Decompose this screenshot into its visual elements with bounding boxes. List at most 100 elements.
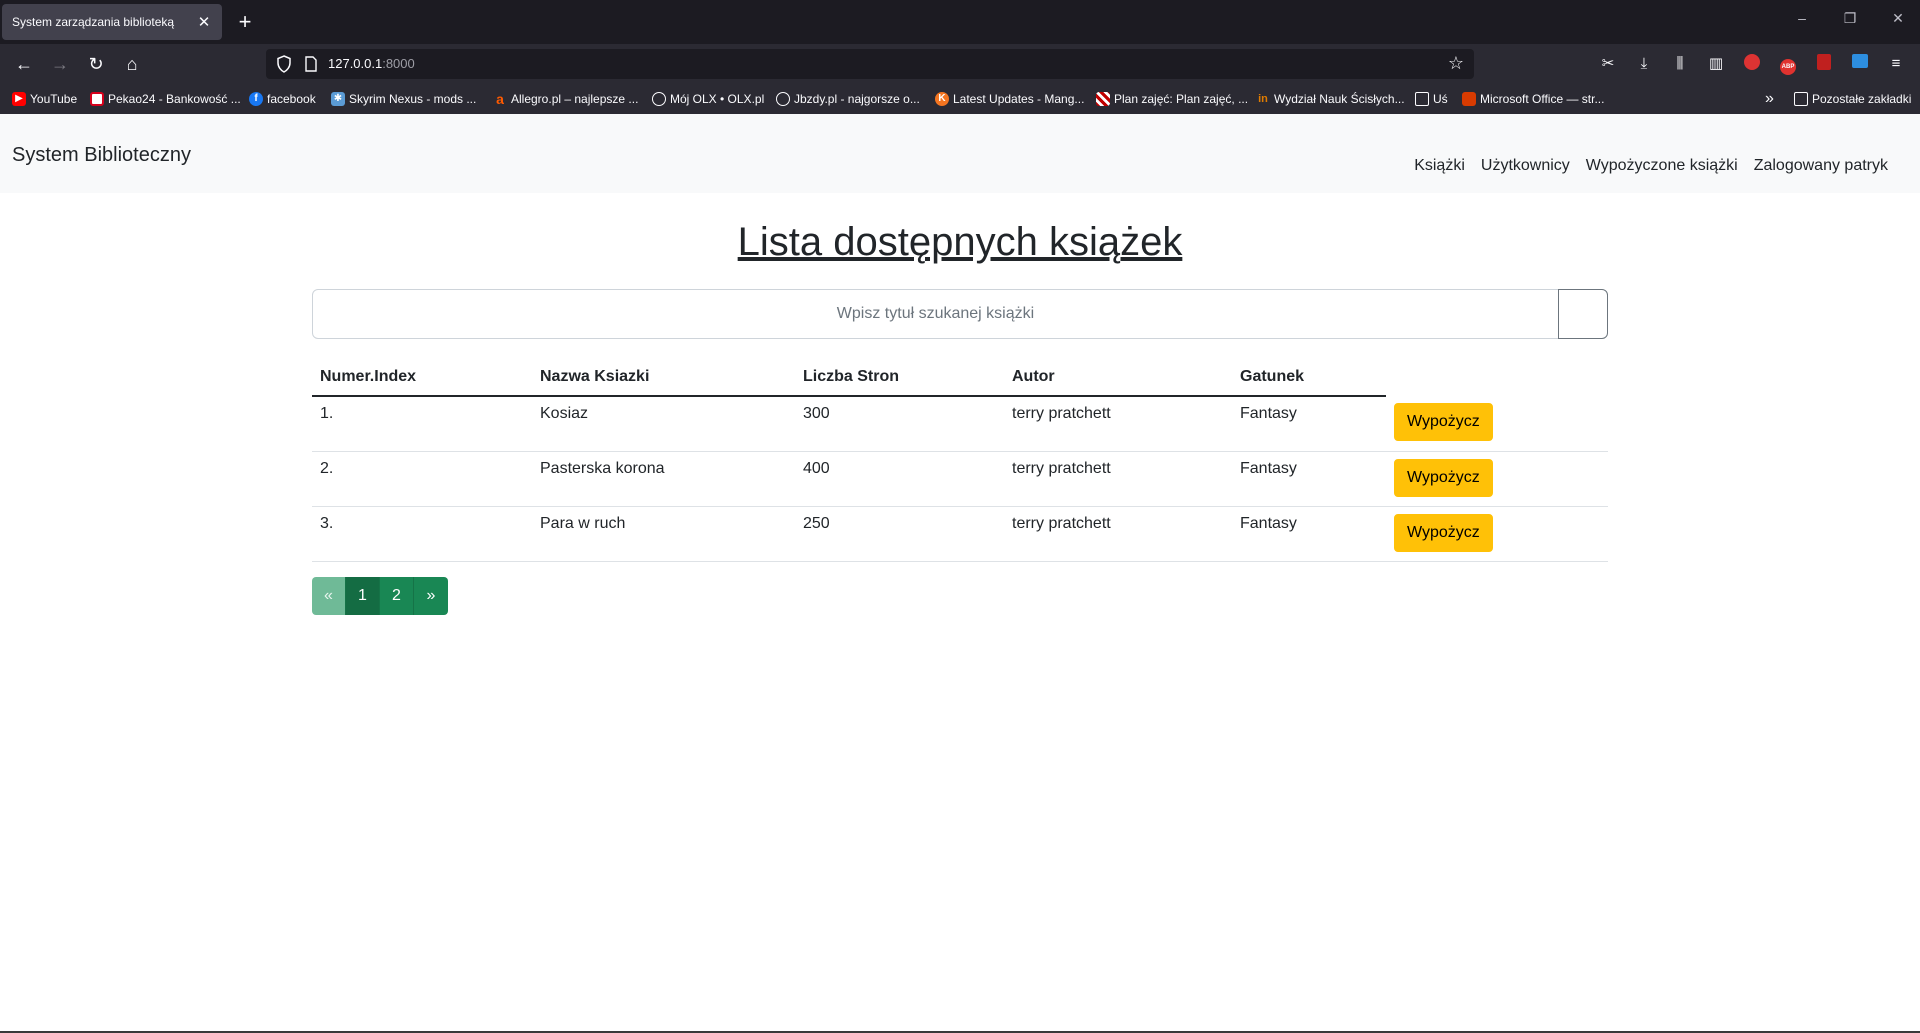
other-bookmarks-folder[interactable]: Pozostałe zakładki (1794, 91, 1911, 107)
bookmark-allegro[interactable]: a Allegro.pl – najlepsze ... (493, 91, 638, 107)
nav-link-borrowed-books[interactable]: Wypożyczone książki (1586, 157, 1738, 175)
bookmark-youtube[interactable]: ▶ YouTube (12, 91, 77, 107)
university-icon: in (1258, 93, 1268, 105)
bookmark-label: Mój OLX • OLX.pl (670, 92, 765, 106)
cell-pages: 250 (795, 506, 1004, 562)
cell-action: Wypożycz (1386, 506, 1608, 562)
column-header-genre: Gatunek (1232, 358, 1386, 397)
cell-genre: Fantasy (1232, 396, 1386, 452)
column-header-author: Autor (1004, 358, 1232, 397)
bookmark-plan-zajec[interactable]: Plan zajęć: Plan zajęć, ... (1096, 91, 1248, 107)
office-icon (1462, 92, 1476, 106)
url-port: :8000 (382, 56, 415, 71)
cell-author: terry pratchett (1004, 451, 1232, 507)
bookmark-label: YouTube (30, 92, 78, 106)
page-icon (305, 56, 317, 72)
plan-icon (1096, 92, 1110, 106)
home-icon[interactable]: ⌂ (120, 52, 144, 76)
bookmark-jbzdy[interactable]: Jbzdy.pl - najgorsze o... (776, 91, 920, 107)
nexus-icon: ✱ (331, 92, 345, 106)
url-host: 127.0.0.1 (328, 56, 383, 71)
table-row: 1. Kosiaz 300 terry pratchett Fantasy Wy… (312, 396, 1608, 452)
bookmark-label: Uś (1433, 92, 1448, 106)
navbar-links: Książki Użytkownicy Wypożyczone książki … (1414, 157, 1888, 175)
adblock-icon[interactable]: ABP (1778, 54, 1798, 75)
column-header-pages: Liczba Stron (795, 358, 1004, 397)
sidebar-icon[interactable]: ▥ (1706, 54, 1726, 74)
close-window-button[interactable]: ✕ (1886, 10, 1910, 27)
cell-genre: Fantasy (1232, 451, 1386, 507)
close-tab-icon[interactable]: ✕ (196, 13, 212, 31)
cell-author: terry pratchett (1004, 396, 1232, 452)
pagination: « 1 2 » (312, 577, 448, 615)
table-row: 2. Pasterska korona 400 terry pratchett … (312, 451, 1608, 507)
bookmark-star-icon[interactable]: ☆ (1448, 53, 1464, 74)
cell-author: terry pratchett (1004, 506, 1232, 562)
table-row: 3. Para w ruch 250 terry pratchett Fanta… (312, 506, 1608, 562)
folder-icon (1415, 92, 1429, 106)
menu-icon[interactable]: ≡ (1886, 54, 1906, 74)
pagination-page-1[interactable]: 1 (346, 577, 380, 615)
nav-link-books[interactable]: Książki (1414, 157, 1465, 175)
globe-icon (776, 92, 790, 106)
url-text[interactable]: 127.0.0.1:8000 (328, 56, 415, 71)
chevrons-right-icon: » (1765, 90, 1774, 107)
page-title: Lista dostępnych książek (737, 220, 1183, 264)
url-bar[interactable]: 127.0.0.1:8000 ☆ (266, 49, 1474, 79)
globe-icon (652, 92, 666, 106)
search-input[interactable] (312, 289, 1559, 339)
screenshot-icon[interactable]: ✂ (1598, 54, 1618, 74)
bookmark-folder-us[interactable]: Uś (1415, 91, 1448, 107)
cell-index: 1. (312, 396, 532, 452)
bookmark-pekao[interactable]: Pekao24 - Bankowość ... (90, 91, 241, 107)
library-icon[interactable]: ⫼ (1670, 54, 1690, 74)
bookmark-label: Microsoft Office — str... (1480, 92, 1605, 106)
bookmark-skyrim-nexus[interactable]: ✱ Skyrim Nexus - mods ... (331, 91, 476, 107)
minimize-window-button[interactable]: – (1790, 10, 1814, 26)
forward-arrow-icon[interactable]: → (48, 52, 72, 76)
pagination-page-2[interactable]: 2 (380, 577, 414, 615)
bookmark-manga[interactable]: K Latest Updates - Mang... (935, 91, 1084, 107)
pagination-next-button[interactable]: » (414, 577, 448, 615)
cell-genre: Fantasy (1232, 506, 1386, 562)
cell-name: Kosiaz (532, 396, 795, 452)
column-header-action (1386, 358, 1608, 396)
cell-name: Pasterska korona (532, 451, 795, 507)
bookmark-label: Skyrim Nexus - mods ... (349, 92, 477, 106)
browser-tab[interactable]: System zarządzania biblioteką ✕ (2, 4, 222, 40)
bookmark-label: Plan zajęć: Plan zajęć, ... (1114, 92, 1249, 106)
allegro-icon: a (496, 91, 504, 107)
facebook-icon: f (249, 92, 263, 106)
rent-button[interactable]: Wypożycz (1394, 458, 1493, 497)
bookmarks-overflow-button[interactable]: » (1765, 90, 1774, 107)
bookmark-olx[interactable]: Mój OLX • OLX.pl (652, 91, 764, 107)
restore-window-button[interactable]: ❐ (1838, 10, 1862, 27)
pagination-prev-button[interactable]: « (312, 577, 346, 615)
rent-button[interactable]: Wypożycz (1394, 513, 1493, 552)
cell-action: Wypożycz (1386, 396, 1608, 452)
manga-icon: K (935, 92, 949, 106)
column-header-index: Numer.Index (312, 358, 532, 397)
pekao-icon (90, 92, 104, 106)
bookmark-label: Pekao24 - Bankowość ... (108, 92, 241, 106)
download-icon[interactable]: ⤓ (1634, 54, 1654, 74)
shield-icon[interactable] (276, 55, 292, 73)
search-button[interactable] (1558, 289, 1608, 339)
navbar-brand[interactable]: System Biblioteczny (12, 144, 191, 167)
reload-icon[interactable]: ↻ (84, 52, 108, 76)
ublock-icon[interactable] (1814, 54, 1834, 74)
bookmark-office[interactable]: Microsoft Office — str... (1462, 91, 1604, 107)
bookmark-facebook[interactable]: f facebook (249, 91, 316, 107)
nav-link-users[interactable]: Użytkownicy (1481, 157, 1570, 175)
column-header-name: Nazwa Ksiazki (532, 358, 795, 397)
nav-link-logged-user[interactable]: Zalogowany patryk (1754, 157, 1888, 175)
bookmark-wydzial[interactable]: in Wydział Nauk Ścisłych... (1256, 91, 1404, 107)
new-tab-button[interactable]: + (234, 9, 256, 35)
back-arrow-icon[interactable]: ← (12, 52, 36, 76)
cell-pages: 300 (795, 396, 1004, 452)
translate-icon[interactable] (1850, 54, 1870, 74)
extension-icon[interactable] (1742, 54, 1762, 74)
rent-button[interactable]: Wypożycz (1394, 403, 1493, 441)
bookmark-label: Latest Updates - Mang... (953, 92, 1085, 106)
youtube-icon: ▶ (12, 92, 26, 106)
